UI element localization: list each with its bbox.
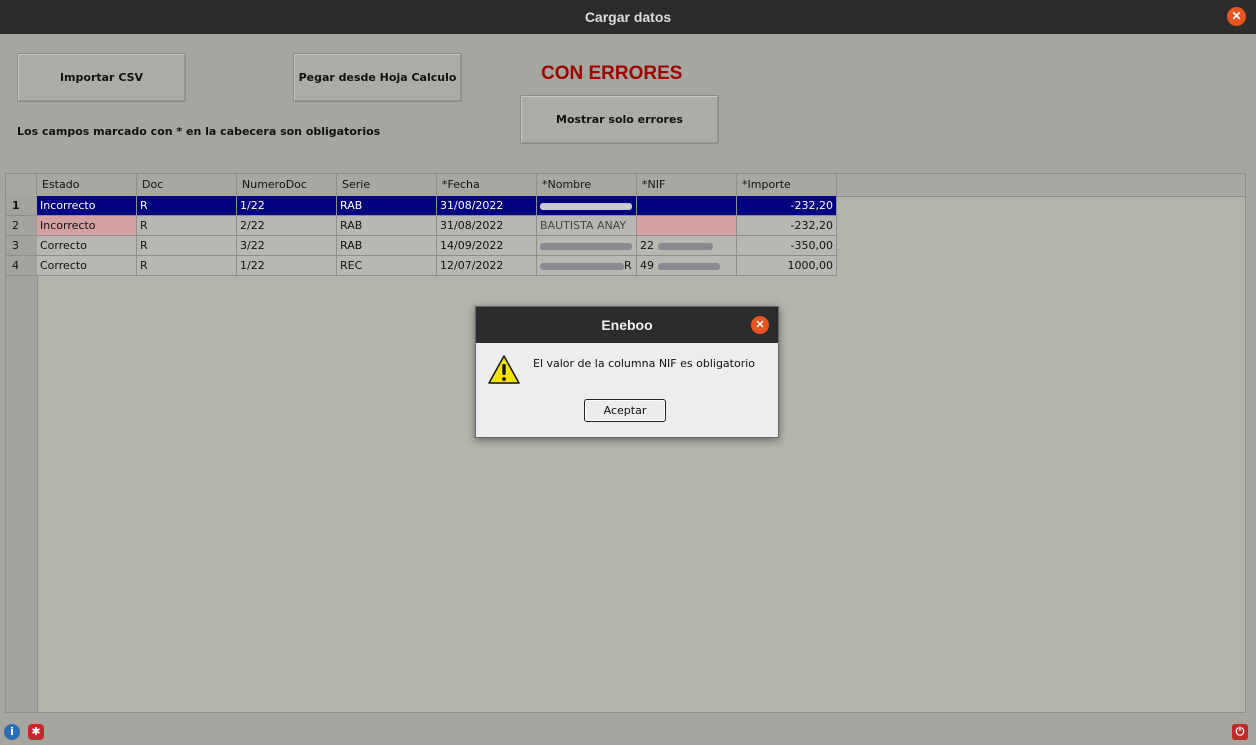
cell-estado[interactable]: Incorrecto xyxy=(37,196,137,216)
warning-icon xyxy=(488,355,520,384)
row-number[interactable]: 1 xyxy=(6,196,37,216)
dialog-close-icon[interactable]: ✕ xyxy=(751,316,769,334)
cell-numerodoc[interactable]: 1/22 xyxy=(237,256,337,276)
header-estado[interactable]: Estado xyxy=(37,174,137,196)
cell-nombre[interactable]: R xyxy=(537,256,637,276)
required-fields-hint: Los campos marcado con * en la cabecera … xyxy=(17,125,381,138)
cell-estado[interactable]: Correcto xyxy=(37,256,137,276)
cell-nif[interactable]: 49 xyxy=(637,256,737,276)
import-csv-button[interactable]: Importar CSV xyxy=(17,53,186,102)
header-numerodoc[interactable]: NumeroDoc xyxy=(237,174,337,196)
dialog-title: Eneboo xyxy=(601,317,653,333)
show-errors-only-button[interactable]: Mostrar solo errores xyxy=(520,95,719,144)
header-doc[interactable]: Doc xyxy=(137,174,237,196)
cell-doc[interactable]: R xyxy=(137,196,237,216)
cell-serie[interactable]: REC xyxy=(337,256,437,276)
paste-spreadsheet-label: Pegar desde Hoja Calculo xyxy=(298,71,457,84)
cell-nombre[interactable]: BAUTISTA ANAY xyxy=(537,216,637,236)
cell-fecha[interactable]: 12/07/2022 xyxy=(437,256,537,276)
cell-nif[interactable] xyxy=(637,216,737,236)
row-number[interactable]: 2 xyxy=(6,216,37,236)
cell-importe[interactable]: 1000,00 xyxy=(737,256,837,276)
cell-doc[interactable]: R xyxy=(137,216,237,236)
cell-estado[interactable]: Correcto xyxy=(37,236,137,256)
cell-serie[interactable]: RAB xyxy=(337,196,437,216)
cell-nif[interactable] xyxy=(637,196,737,216)
row-number[interactable]: 3 xyxy=(6,236,37,256)
header-fecha[interactable]: *Fecha xyxy=(437,174,537,196)
show-errors-only-label: Mostrar solo errores xyxy=(556,113,683,126)
dialog-message: El valor de la columna NIF es obligatori… xyxy=(533,357,756,370)
header-serie[interactable]: Serie xyxy=(337,174,437,196)
window-titlebar: Cargar datos ✕ xyxy=(0,0,1256,34)
error-dialog: Eneboo ✕ El valor de la columna NIF es o… xyxy=(475,306,779,438)
import-csv-label: Importar CSV xyxy=(59,71,144,84)
row-number[interactable]: 4 xyxy=(6,256,37,276)
cell-fecha[interactable]: 31/08/2022 xyxy=(437,216,537,236)
data-table[interactable]: Estado Doc NumeroDoc Serie *Fecha *Nombr… xyxy=(5,173,1246,713)
cell-serie[interactable]: RAB xyxy=(337,216,437,236)
power-icon[interactable]: ⏻ xyxy=(1232,724,1248,740)
cell-fecha[interactable]: 31/08/2022 xyxy=(437,196,537,216)
cell-numerodoc[interactable]: 3/22 xyxy=(237,236,337,256)
nif-partial: 22 xyxy=(640,239,654,252)
redacted-text xyxy=(657,242,713,250)
cell-nombre[interactable] xyxy=(537,196,637,216)
cell-importe[interactable]: -232,20 xyxy=(737,196,837,216)
window-title: Cargar datos xyxy=(584,9,672,25)
cell-importe[interactable]: -350,00 xyxy=(737,236,837,256)
accept-button[interactable]: Aceptar xyxy=(584,399,666,422)
bug-icon[interactable]: ✱ xyxy=(28,724,44,740)
cell-numerodoc[interactable]: 2/22 xyxy=(237,216,337,236)
status-errors-label: CON ERRORES xyxy=(541,63,683,84)
cell-estado[interactable]: Incorrecto xyxy=(37,216,137,236)
cell-fecha[interactable]: 14/09/2022 xyxy=(437,236,537,256)
paste-spreadsheet-button[interactable]: Pegar desde Hoja Calculo xyxy=(293,53,462,102)
header-nif[interactable]: *NIF xyxy=(637,174,737,196)
header-importe[interactable]: *Importe xyxy=(737,174,837,196)
dialog-titlebar: Eneboo ✕ xyxy=(476,307,778,343)
cell-nombre[interactable] xyxy=(537,236,637,256)
cell-numerodoc[interactable]: 1/22 xyxy=(237,196,337,216)
cell-nif[interactable]: 22 xyxy=(637,236,737,256)
redacted-text xyxy=(540,242,632,250)
redacted-text xyxy=(540,262,624,270)
redacted-text xyxy=(540,202,632,210)
cell-doc[interactable]: R xyxy=(137,236,237,256)
table-header: Estado Doc NumeroDoc Serie *Fecha *Nombr… xyxy=(6,174,1245,197)
nombre-partial: R xyxy=(624,259,632,272)
close-icon[interactable]: ✕ xyxy=(1227,7,1246,26)
cell-doc[interactable]: R xyxy=(137,256,237,276)
redacted-text xyxy=(657,262,720,270)
info-icon[interactable]: i xyxy=(4,724,20,740)
nif-partial: 49 xyxy=(640,259,654,272)
cell-importe[interactable]: -232,20 xyxy=(737,216,837,236)
header-nombre[interactable]: *Nombre xyxy=(537,174,637,196)
cell-serie[interactable]: RAB xyxy=(337,236,437,256)
header-corner xyxy=(6,174,37,196)
